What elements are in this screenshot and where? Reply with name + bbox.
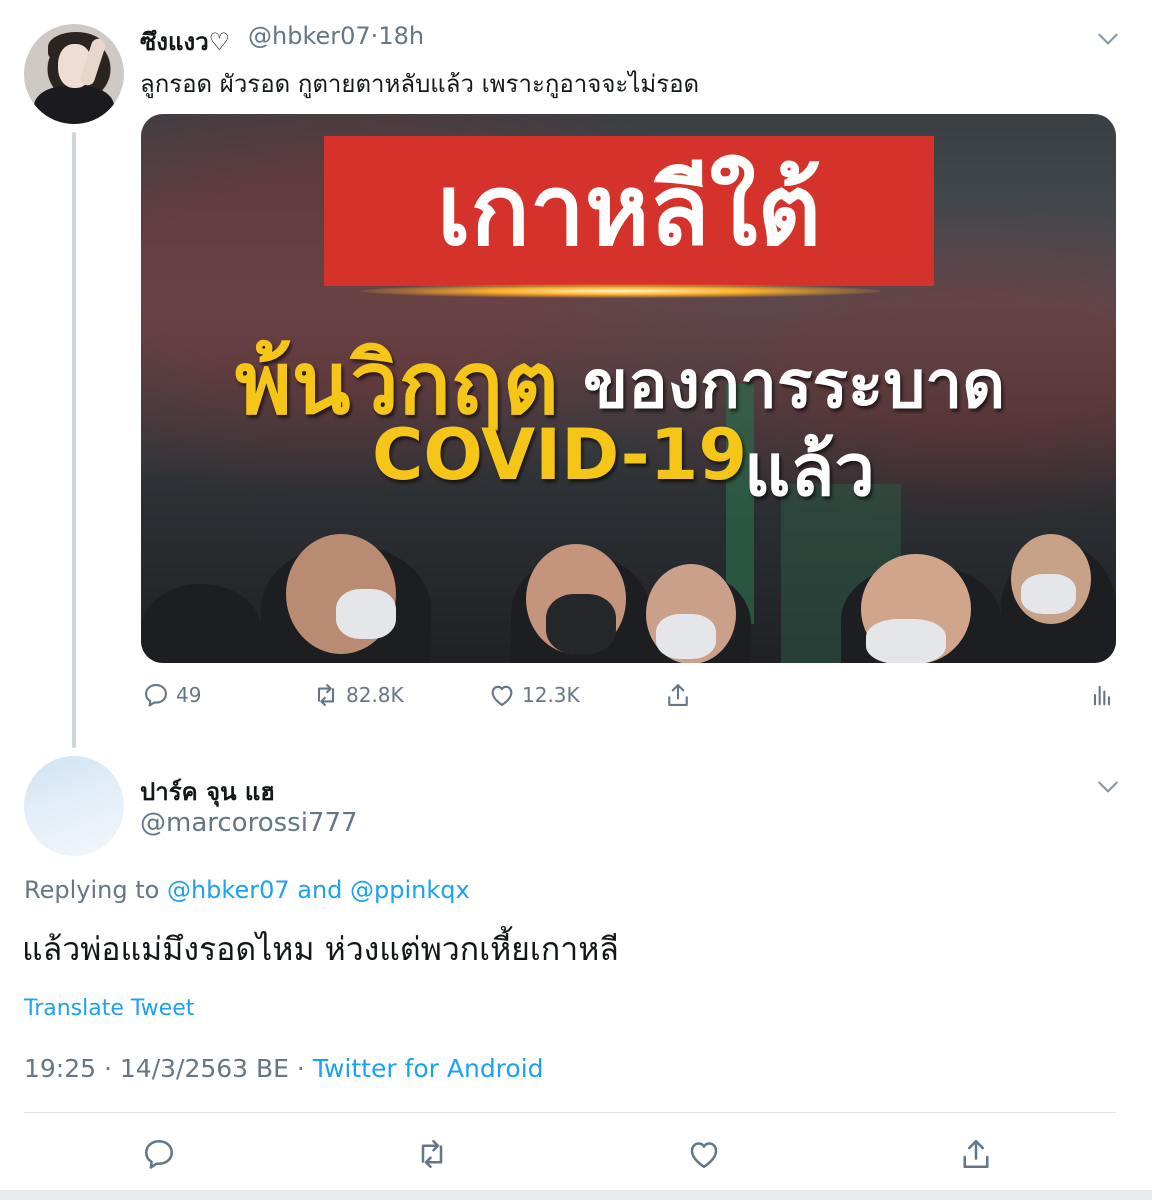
user-handle[interactable]: @hbker07	[248, 22, 371, 50]
retweet-button[interactable]: 82.8K	[312, 680, 404, 710]
avatar[interactable]	[24, 756, 124, 856]
analytics-button[interactable]	[1088, 680, 1116, 710]
crowd-mask	[656, 614, 716, 659]
retweet-icon	[317, 684, 335, 706]
crowd-mask	[546, 594, 616, 654]
divider	[24, 1112, 1116, 1113]
share-icon	[668, 684, 688, 706]
media-line3-rest: แล้ว	[744, 428, 875, 512]
display-name[interactable]: ปาร์ค จุน แฮ	[140, 772, 275, 811]
replying-prefix: Replying to	[24, 876, 160, 904]
reply-icon	[145, 684, 167, 707]
translate-tweet-link[interactable]: Translate Tweet	[24, 996, 194, 1021]
retweet-icon[interactable]	[414, 1136, 450, 1172]
media-headline: เกาหลีใต้	[436, 154, 821, 268]
crowd-mask	[866, 619, 946, 663]
tweet-timestamp: 19:25 · 14/3/2563 BE · Twitter for Andro…	[24, 1054, 544, 1083]
thread-line	[72, 132, 76, 748]
tweet-source-link[interactable]: Twitter for Android	[313, 1054, 544, 1083]
chevron-down-icon[interactable]	[1095, 774, 1121, 800]
like-button[interactable]: 12.3K	[488, 680, 580, 710]
tweet-text: ลูกรอด ผัวรอด กูตายตาหลับแล้ว เพราะกูอาจ…	[140, 70, 700, 98]
bottom-edge	[0, 1190, 1152, 1200]
user-handle[interactable]: @marcorossi777	[140, 808, 358, 838]
replying-to: Replying to @hbker07 and @ppinkqx	[24, 876, 470, 904]
tweet-text: แล้วพ่อแม่มึงรอดไหม ห่วงแต่พวกเหี้ยเกาหล…	[22, 930, 619, 968]
avatar-jacket	[34, 86, 114, 124]
retweet-count: 82.8K	[346, 683, 404, 707]
timestamp-text: 19:25 · 14/3/2563 BE ·	[24, 1054, 305, 1083]
replying-to-links[interactable]: @hbker07 and @ppinkqx	[167, 876, 470, 904]
chevron-down-icon[interactable]	[1095, 26, 1121, 52]
media-glow	[361, 284, 881, 298]
analytics-icon	[1093, 685, 1111, 706]
reply-icon[interactable]	[141, 1136, 177, 1172]
reply-count: 49	[176, 683, 202, 707]
share-button[interactable]	[664, 680, 692, 710]
media-line3-highlight: COVID-19	[372, 414, 748, 496]
heart-icon[interactable]	[686, 1136, 722, 1172]
display-name[interactable]: ซึงแงว♡	[140, 22, 230, 61]
avatar[interactable]	[24, 24, 124, 124]
tweet-media-image[interactable]: เกาหลีใต้ พ้นวิกฤต ของการระบาด COVID-19 …	[141, 114, 1116, 663]
like-count: 12.3K	[522, 683, 580, 707]
share-icon[interactable]	[958, 1136, 994, 1172]
crowd-mask	[336, 589, 396, 639]
heart-icon	[491, 685, 513, 706]
reply-button[interactable]: 49	[142, 680, 201, 710]
tweet-time[interactable]: 18h	[378, 22, 424, 50]
crowd-mask	[1021, 574, 1076, 614]
tweet-meta: @hbker07·18h	[248, 22, 424, 50]
